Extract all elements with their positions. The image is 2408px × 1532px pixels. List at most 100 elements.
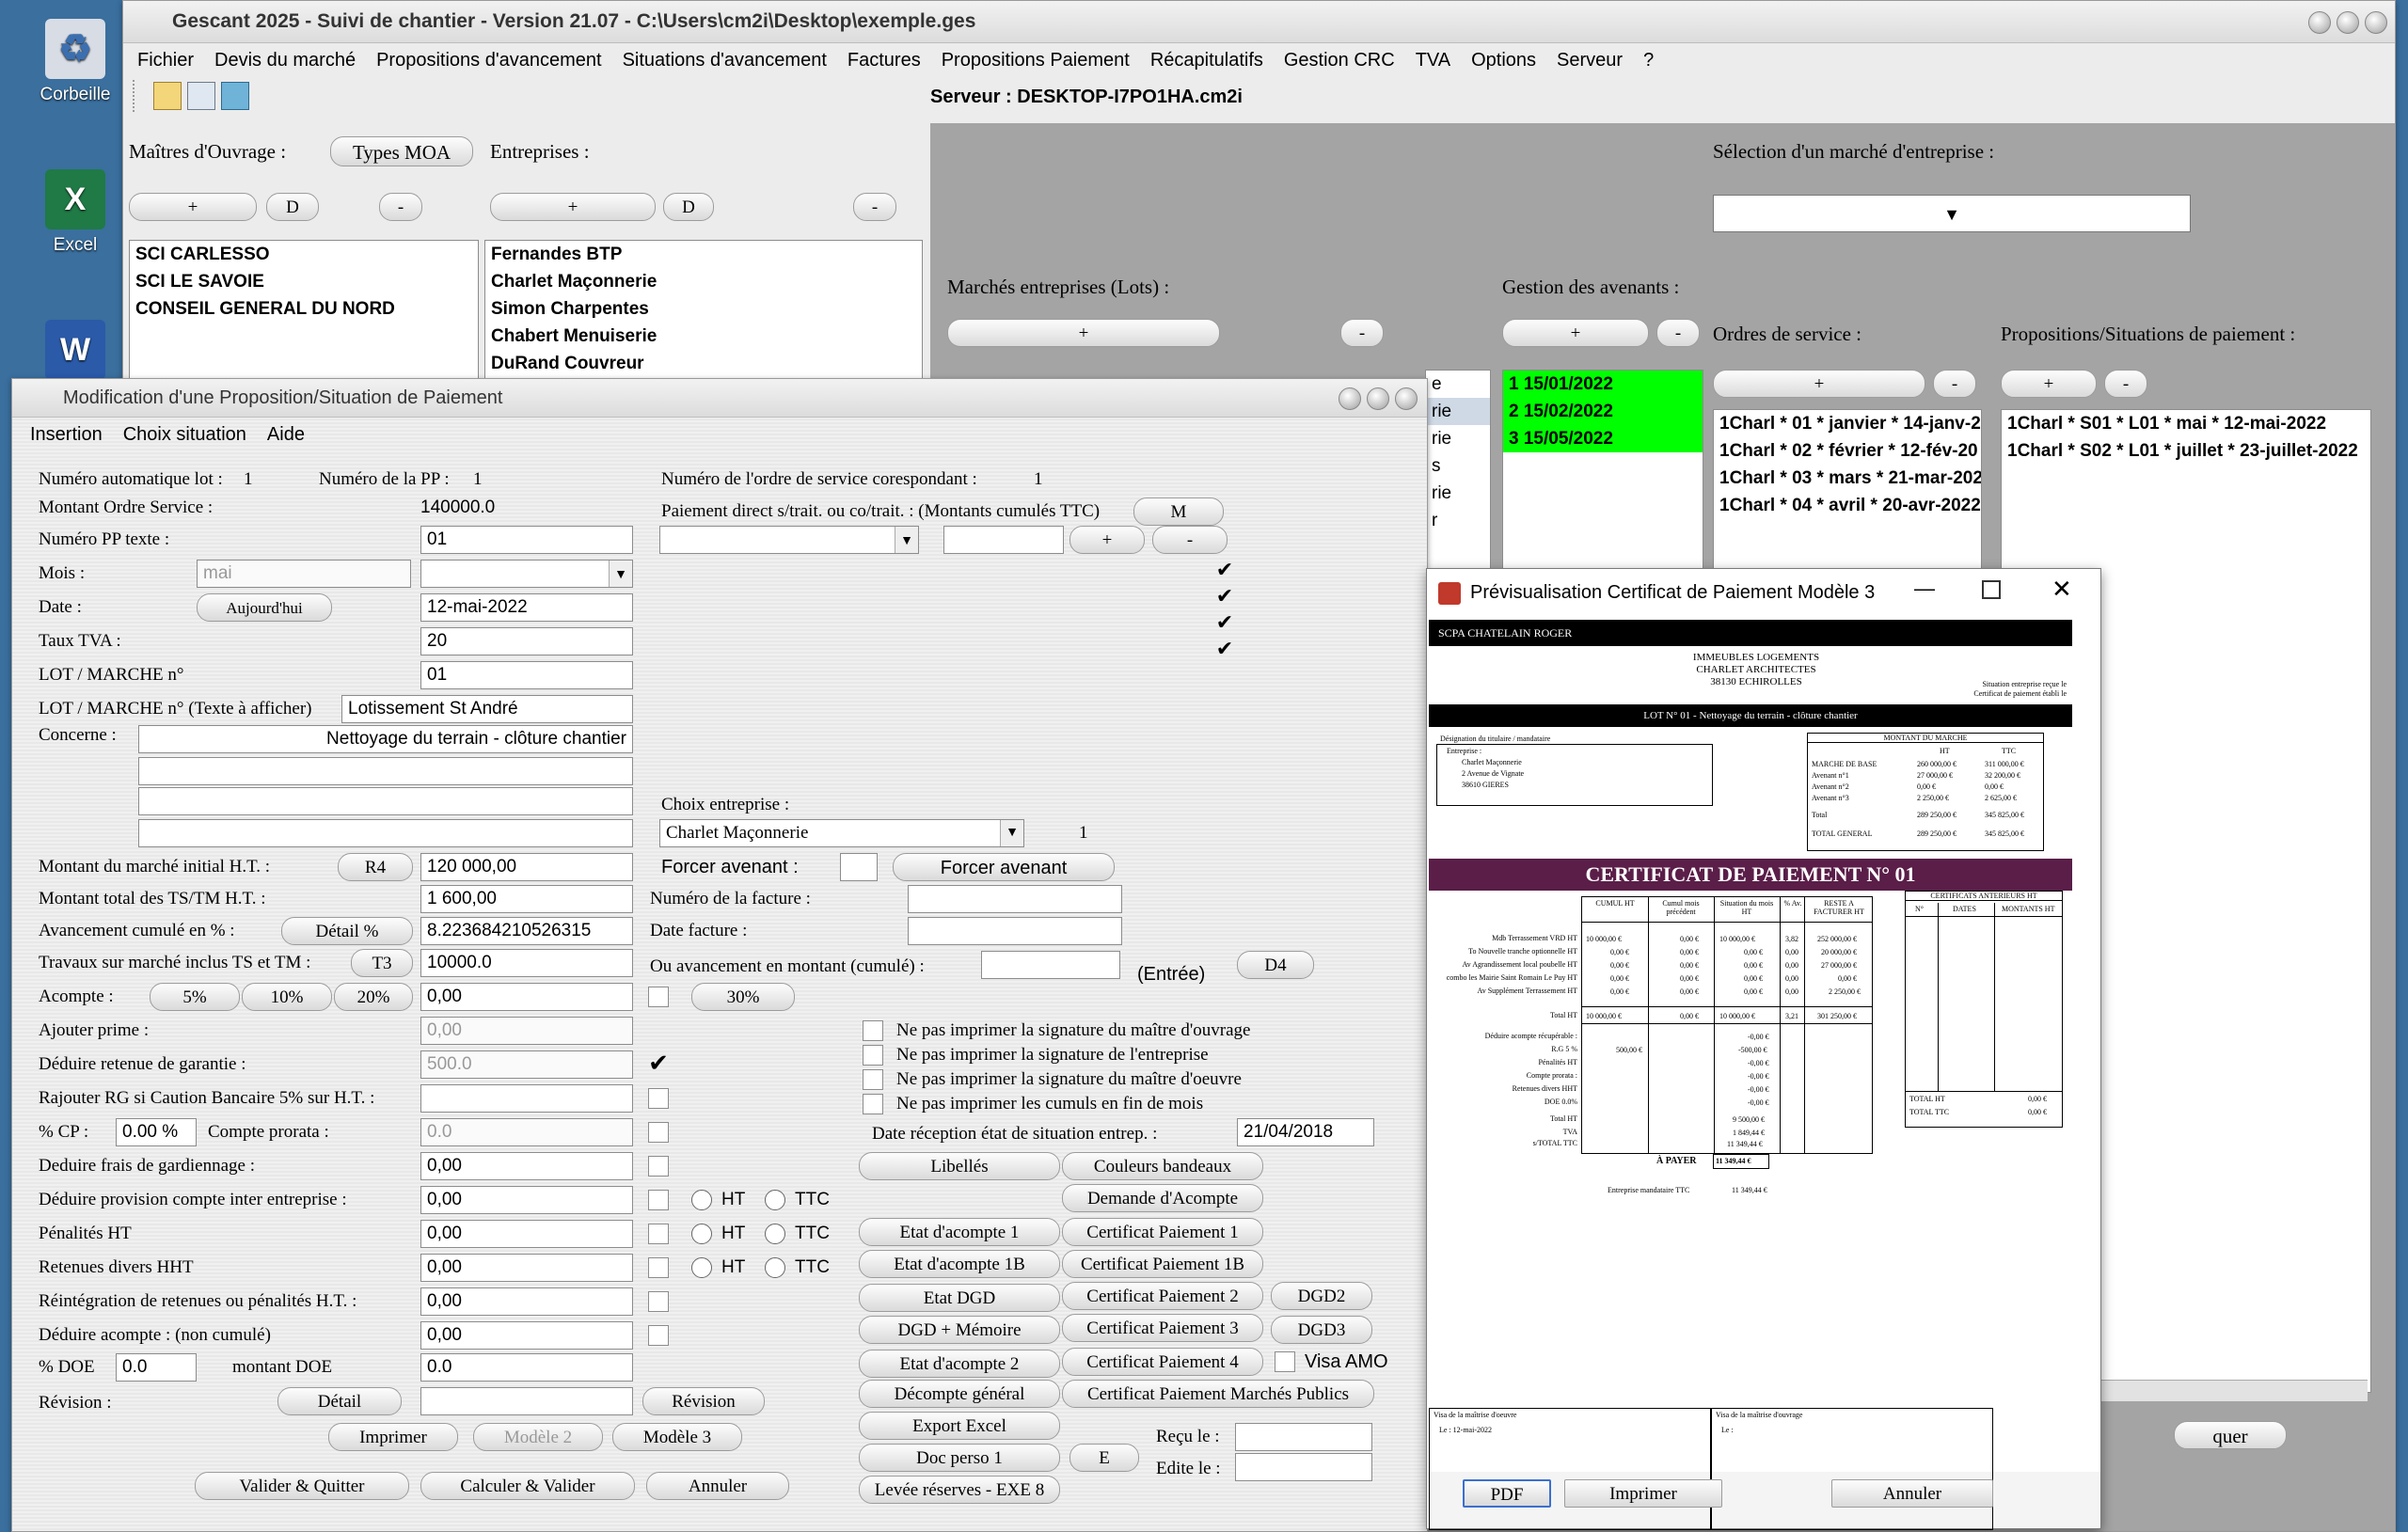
list-item[interactable]: 1Charl * S01 * L01 * mai * 12-mai-2022 — [2002, 410, 2370, 437]
t3-button[interactable]: T3 — [351, 949, 413, 977]
minimize-button[interactable] — [2308, 11, 2331, 34]
num-pp-texte-field[interactable]: 01 — [420, 526, 633, 554]
dgd-memoire-button[interactable]: DGD + Mémoire — [859, 1316, 1060, 1344]
etat-dgd-button[interactable]: Etat DGD — [859, 1284, 1060, 1312]
list-item[interactable]: 1Charl * S02 * L01 * juillet * 23-juille… — [2002, 437, 2370, 465]
penalites-field[interactable]: 0,00 — [420, 1220, 633, 1248]
date-reception-field[interactable]: 21/04/2018 — [1237, 1118, 1374, 1146]
imprimer-button[interactable]: Imprimer — [328, 1423, 458, 1451]
dgd3-button[interactable]: DGD3 — [1271, 1316, 1372, 1344]
check-icon[interactable]: ✔ — [1214, 560, 1235, 582]
e-button[interactable]: E — [1069, 1444, 1139, 1472]
paiement-direct-amount[interactable] — [943, 526, 1064, 554]
provision-checkbox[interactable] — [648, 1190, 669, 1210]
d-moa-button[interactable]: D — [266, 193, 319, 221]
modele3-button[interactable]: Modèle 3 — [612, 1423, 742, 1451]
decompte-general-button[interactable]: Décompte général — [859, 1380, 1060, 1408]
close-icon[interactable]: ✕ — [2052, 575, 2072, 604]
acompte-5pct-button[interactable]: 5% — [150, 983, 240, 1011]
r4-button[interactable]: R4 — [338, 853, 413, 881]
recu-le-field[interactable] — [1235, 1423, 1372, 1451]
menu-situations-avancement[interactable]: Situations d'avancement — [612, 50, 837, 71]
avenants-list[interactable]: 1 15/01/2022 2 15/02/2022 3 15/05/2022 — [1502, 370, 1703, 571]
doe-pct-field[interactable]: 0.0 — [116, 1353, 197, 1382]
demande-acompte-button[interactable]: Demande d'Acompte — [1062, 1184, 1263, 1212]
list-item[interactable]: Chabert Menuiserie — [485, 323, 922, 350]
gardiennage-field[interactable]: 0,00 — [420, 1152, 633, 1180]
list-item[interactable]: CONSEIL GENERAL DU NORD — [130, 295, 478, 323]
d-entreprise-button[interactable]: D — [663, 193, 714, 221]
acompte-20pct-button[interactable]: 20% — [334, 983, 413, 1011]
provision-ht-radio[interactable] — [691, 1190, 712, 1210]
etat-acompte-1b-button[interactable]: Etat d'acompte 1B — [859, 1250, 1060, 1278]
mois-combo[interactable]: ▼ — [420, 560, 633, 588]
add-entreprise-button[interactable]: + — [490, 193, 656, 221]
avancement-field[interactable]: 8.223684210526315 — [420, 917, 633, 945]
taux-tva-field[interactable]: 20 — [420, 627, 633, 655]
list-item[interactable]: 1Charl * 01 * janvier * 14-janv-2 — [1714, 410, 1981, 437]
entreprises-list[interactable]: Fernandes BTP Charlet Maçonnerie Simon C… — [484, 240, 923, 383]
preview-imprimer-button[interactable]: Imprimer — [1564, 1479, 1722, 1508]
sig-moe-checkbox[interactable] — [863, 1069, 883, 1090]
provision-ttc-radio[interactable] — [765, 1190, 785, 1210]
close-button[interactable] — [1395, 387, 1418, 410]
forcer-avenant-button[interactable]: Forcer avenant — [893, 853, 1115, 881]
desktop-icon-word[interactable]: W — [19, 320, 132, 386]
remove-paiement-button[interactable]: - — [1152, 526, 1228, 554]
paiement-direct-combo[interactable]: ▼ — [659, 526, 919, 554]
detail-pct-button[interactable]: Détail % — [281, 917, 413, 945]
edite-le-field[interactable] — [1235, 1453, 1372, 1481]
forcer-avenant-field[interactable] — [840, 853, 878, 881]
visa-amo-checkbox[interactable] — [1275, 1351, 1295, 1372]
revision-button[interactable]: Révision — [642, 1387, 765, 1415]
list-item[interactable]: 1Charl * 03 * mars * 21-mar-202 — [1714, 465, 1981, 492]
add-marche-button[interactable]: + — [947, 319, 1220, 347]
retenues-checkbox[interactable] — [648, 1257, 669, 1278]
list-item[interactable]: 3 15/05/2022 — [1503, 425, 1703, 452]
lot-field[interactable]: 01 — [420, 661, 633, 689]
concerne-field-3[interactable] — [138, 787, 633, 815]
list-item[interactable]: 1Charl * 02 * février * 12-fév-20 — [1714, 437, 1981, 465]
maximize-icon[interactable] — [1982, 580, 2001, 599]
moa-list[interactable]: SCI CARLESSO SCI LE SAVOIE CONSEIL GENER… — [129, 240, 479, 383]
etat-acompte-1-button[interactable]: Etat d'acompte 1 — [859, 1218, 1060, 1246]
menu-choix-situation[interactable]: Choix situation — [113, 424, 257, 446]
certificat-paiement-4-button[interactable]: Certificat Paiement 4 — [1062, 1348, 1263, 1376]
export-excel-button[interactable]: Export Excel — [859, 1412, 1060, 1440]
annuler-button[interactable]: Annuler — [646, 1472, 789, 1500]
list-item[interactable]: SCI CARLESSO — [130, 241, 478, 268]
montant-doe-field[interactable]: 0.0 — [420, 1353, 633, 1382]
acompte-field[interactable]: 0,00 — [420, 983, 633, 1011]
menu-options[interactable]: Options — [1461, 50, 1546, 71]
check-icon[interactable]: ✔ — [1214, 639, 1235, 661]
cumuls-checkbox[interactable] — [863, 1094, 883, 1114]
list-item[interactable]: Fernandes BTP — [485, 241, 922, 268]
gardiennage-checkbox[interactable] — [648, 1156, 669, 1177]
menu-fichier[interactable]: Fichier — [127, 50, 204, 71]
travaux-field[interactable]: 10000.0 — [420, 949, 633, 977]
menu-tva[interactable]: TVA — [1405, 50, 1461, 71]
menu-propositions-paiement[interactable]: Propositions Paiement — [931, 50, 1140, 71]
deduire-acompte-field[interactable]: 0,00 — [420, 1321, 633, 1350]
minimize-icon[interactable]: — — [1914, 576, 1935, 601]
concerne-field-2[interactable] — [138, 757, 633, 785]
close-button[interactable] — [2365, 11, 2387, 34]
levee-reserves-button[interactable]: Levée réserves - EXE 8 — [859, 1476, 1060, 1504]
retenues-ht-radio[interactable] — [691, 1257, 712, 1278]
rajouter-rg-field[interactable] — [420, 1084, 633, 1113]
date-facture-field[interactable] — [908, 917, 1122, 945]
menu-factures[interactable]: Factures — [837, 50, 931, 71]
menu-serveur[interactable]: Serveur — [1546, 50, 1633, 71]
minimize-button[interactable] — [1339, 387, 1361, 410]
rajouter-rg-checkbox[interactable] — [648, 1088, 669, 1109]
add-paiement-button[interactable]: + — [1069, 526, 1145, 554]
open-folder-icon[interactable] — [153, 82, 182, 110]
acompte-30pct-button[interactable]: 30% — [691, 983, 795, 1011]
selection-marche-dropdown[interactable]: ▼ — [1713, 195, 2191, 232]
doc-perso-1-button[interactable]: Doc perso 1 — [859, 1444, 1060, 1472]
list-item[interactable]: Charlet Maçonnerie — [485, 268, 922, 295]
certificat-paiement-3-button[interactable]: Certificat Paiement 3 — [1062, 1314, 1263, 1342]
valider-quitter-button[interactable]: Valider & Quitter — [195, 1472, 409, 1500]
certificat-marches-publics-button[interactable]: Certificat Paiement Marchés Publics — [1062, 1380, 1374, 1408]
libelles-button[interactable]: Libellés — [859, 1152, 1060, 1180]
